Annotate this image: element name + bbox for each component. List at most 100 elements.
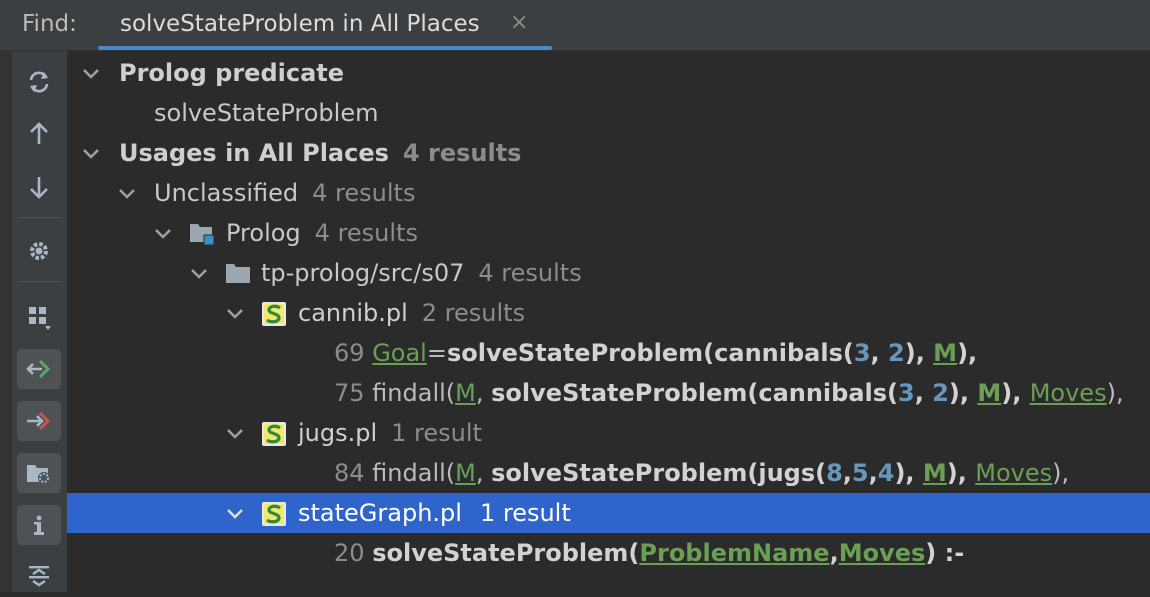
refresh-icon[interactable] [17, 62, 61, 102]
variable-token: M [455, 459, 476, 487]
tree-node-file-selected[interactable]: stateGraph.pl 1 result [67, 493, 1150, 533]
predicate-match: solveStateProblem(cannibals( [446, 339, 854, 367]
chevron-down-icon[interactable] [223, 301, 247, 325]
navigate-previous-icon[interactable] [17, 349, 61, 389]
results-tree[interactable]: Prolog predicate solveStateProblem Usage… [67, 51, 1150, 592]
chevron-down-icon[interactable] [223, 501, 247, 525]
usage-line[interactable]: 75 findall(M, solveStateProblem(cannibal… [67, 373, 1150, 413]
predicate-match: solveStateProblem(jugs( [491, 459, 827, 487]
code-fragment: findall( [364, 459, 456, 487]
code-fragment: ), [1052, 459, 1070, 487]
result-count: 1 result [391, 419, 482, 447]
info-icon[interactable] [17, 505, 61, 545]
result-count: 1 result [479, 499, 571, 527]
node-label: Usages in All Places [119, 139, 389, 167]
code-fragment: , [914, 379, 933, 407]
result-count: 4 results [402, 139, 522, 167]
prolog-file-icon [262, 302, 286, 326]
arrow-up-icon[interactable] [17, 114, 61, 154]
chevron-down-icon[interactable] [115, 181, 139, 205]
usage-line[interactable]: 20 solveStateProblem(ProblemName,Moves) … [67, 533, 1150, 573]
chevron-down-icon[interactable] [79, 61, 103, 85]
line-number: 84 [334, 459, 365, 487]
variable-token: M [922, 459, 947, 487]
code-fragment: , [870, 339, 889, 367]
code-fragment: ) :- [925, 539, 965, 567]
chevron-down-icon[interactable] [79, 141, 103, 165]
toolbar-separator [18, 217, 62, 218]
code-fragment: , [475, 459, 492, 487]
find-label: Find: [22, 11, 77, 37]
line-number: 69 [334, 339, 365, 367]
chevron-down-icon[interactable] [187, 261, 211, 285]
code-fragment: findall( [364, 379, 456, 407]
group-by-icon[interactable] [17, 297, 61, 337]
file-name: stateGraph.pl [298, 499, 462, 527]
tab-title: solveStateProblem in All Places [120, 11, 480, 37]
variable-token: Moves [975, 459, 1053, 487]
find-toolbar [12, 51, 67, 592]
file-name: cannib.pl [298, 299, 408, 327]
result-count: 4 results [314, 219, 418, 247]
file-name: jugs.pl [298, 419, 378, 447]
variable-token: Goal [372, 339, 427, 367]
tree-node-unclassified[interactable]: Unclassified 4 results [67, 173, 1150, 213]
tree-node-module[interactable]: Prolog 4 results [67, 213, 1150, 253]
tab-active-indicator [98, 46, 552, 50]
tree-node-usages[interactable]: Usages in All Places 4 results [67, 133, 1150, 173]
result-count: 4 results [478, 259, 582, 287]
code-fragment: ), [948, 379, 978, 407]
predicate-match: solveStateProblem( [372, 539, 640, 567]
chevron-down-icon[interactable] [223, 421, 247, 445]
usage-line[interactable]: 84 findall(M, solveStateProblem(jugs(8,5… [67, 453, 1150, 493]
node-label: Prolog predicate [119, 59, 345, 87]
window-edge [0, 51, 12, 592]
navigate-next-icon[interactable] [17, 401, 61, 441]
close-icon[interactable]: × [510, 10, 528, 35]
variable-token: Moves [1029, 379, 1107, 407]
number-token: 4 [877, 459, 895, 487]
tree-node-file[interactable]: cannib.pl 2 results [67, 293, 1150, 333]
tree-node-target-group[interactable]: Prolog predicate [67, 53, 1150, 93]
tab-find-results[interactable]: solveStateProblem in All Places × [98, 0, 552, 50]
code-fragment: , [868, 459, 878, 487]
number-token: 2 [932, 379, 949, 407]
code-fragment: ), [1106, 379, 1124, 407]
predicate-match: solveStateProblem(cannibals( [491, 379, 899, 407]
variable-token: Moves [838, 539, 926, 567]
code-fragment: , [829, 539, 839, 567]
tree-node-target[interactable]: solveStateProblem [67, 93, 1150, 133]
number-token: 3 [898, 379, 915, 407]
gear-icon[interactable] [17, 231, 61, 271]
toolbar-separator [18, 281, 62, 282]
code-fragment: ), [957, 339, 978, 367]
node-label: Prolog [226, 219, 301, 247]
tree-node-directory[interactable]: tp-prolog/src/s07 4 results [67, 253, 1150, 293]
code-fragment: , [842, 459, 852, 487]
number-token: 8 [826, 459, 843, 487]
tree-node-file[interactable]: jugs.pl 1 result [67, 413, 1150, 453]
line-number: 75 [334, 379, 365, 407]
chevron-down-icon[interactable] [151, 221, 175, 245]
arrow-down-icon[interactable] [17, 167, 61, 207]
node-label: tp-prolog/src/s07 [261, 259, 465, 287]
number-token: 5 [851, 459, 869, 487]
line-number: 20 [334, 539, 365, 567]
result-count: 2 results [421, 299, 526, 327]
module-folder-icon [190, 224, 215, 246]
expand-all-icon[interactable] [17, 557, 61, 597]
usage-line[interactable]: 69 Goal=solveStateProblem(cannibals(3, 2… [67, 333, 1150, 373]
node-label: Unclassified [154, 179, 299, 207]
variable-token: M [977, 379, 1002, 407]
code-fragment: ), [1001, 379, 1030, 407]
variable-token: M [455, 379, 476, 407]
number-token: 2 [888, 339, 905, 367]
code-fragment: ), [904, 339, 934, 367]
variable-token: M [933, 339, 958, 367]
folder-filter-icon[interactable] [17, 453, 61, 493]
number-token: 3 [853, 339, 871, 367]
variable-token: ProblemName [639, 539, 830, 567]
result-count: 4 results [312, 179, 416, 207]
code-fragment: ), [946, 459, 976, 487]
node-label: solveStateProblem [154, 99, 379, 127]
